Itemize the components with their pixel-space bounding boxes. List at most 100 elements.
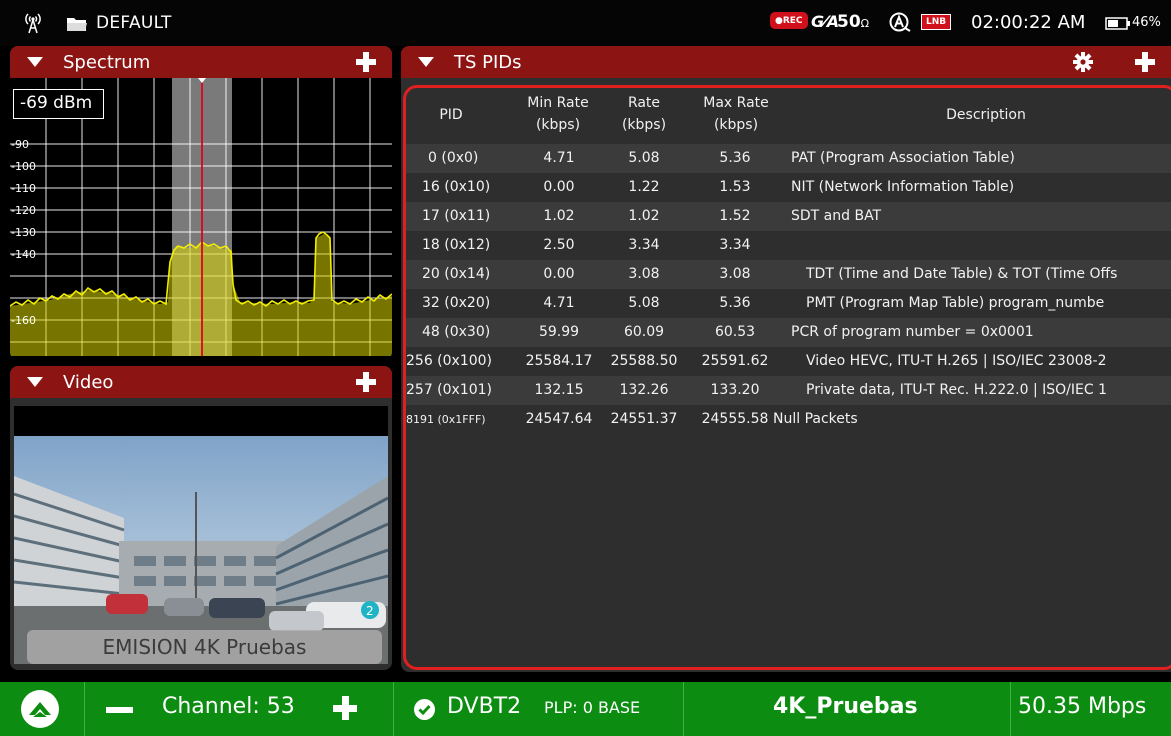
service-name[interactable]: 4K_Pruebas (773, 694, 918, 719)
collapse-caret-icon[interactable] (27, 377, 43, 387)
cell-description: PMT (Program Map Table) program_numbe (806, 295, 1105, 311)
cell-max-rate: 5.36 (719, 150, 751, 166)
cell-rate: 1.02 (628, 208, 660, 224)
add-icon[interactable] (356, 52, 376, 72)
collapse-caret-icon[interactable] (418, 57, 434, 67)
collapse-caret-icon[interactable] (27, 57, 43, 67)
lock-check-icon (414, 699, 435, 720)
y-tick: -100 (11, 160, 36, 173)
cell-description: Private data, ITU-T Rec. H.222.0 | ISO/I… (806, 382, 1107, 398)
col-min-rate[interactable]: Min Rate (kbps) (508, 92, 608, 136)
table-row[interactable]: 20 (0x14) 0.00 3.08 3.08 TDT (Time and D… (406, 260, 1171, 289)
channel-label[interactable]: Channel: 53 (162, 694, 295, 719)
logo-icon[interactable] (21, 690, 59, 728)
channel-down-button[interactable] (106, 707, 133, 713)
impedance-indicator: 50Ω (837, 12, 869, 32)
cell-description: Video HEVC, ITU-T H.265 | ISO/IEC 23008-… (806, 353, 1107, 369)
cell-rate: 1.22 (628, 179, 660, 195)
spectrum-header[interactable]: Spectrum (10, 46, 392, 78)
cell-pid: 20 (0x14) (422, 266, 491, 282)
cell-max-rate: 5.36 (719, 295, 751, 311)
col-rate[interactable]: Rate (kbps) (599, 92, 689, 136)
cell-max-rate: 3.34 (719, 237, 751, 253)
y-tick: -90 (11, 138, 29, 151)
table-row[interactable]: 0 (0x0) 4.71 5.08 5.36 PAT (Program Asso… (406, 144, 1171, 173)
spectrum-title: Spectrum (63, 51, 151, 73)
bitrate-value: 50.35 Mbps (1018, 694, 1147, 719)
cell-max-rate: 1.53 (719, 179, 751, 195)
cell-pid: 18 (0x12) (422, 237, 491, 253)
cell-description: TDT (Time and Date Table) & TOT (Time Of… (806, 266, 1118, 282)
rec-badge: ●REC (770, 12, 808, 29)
add-icon[interactable] (356, 372, 376, 392)
impedance-value: 50 (837, 12, 861, 32)
ts-pids-header[interactable]: TS PIDs (401, 46, 1171, 78)
table-row[interactable]: 256 (0x100) 25584.17 25588.50 25591.62 V… (406, 347, 1171, 376)
standard-label[interactable]: DVBT2 (447, 694, 521, 719)
table-row[interactable]: 17 (0x11) 1.02 1.02 1.52 SDT and BAT (406, 202, 1171, 231)
lnb-badge: LNB (921, 14, 952, 30)
table-row[interactable]: 48 (0x30) 59.99 60.09 60.53 PCR of progr… (406, 318, 1171, 347)
col-max-rate[interactable]: Max Rate (kbps) (686, 92, 786, 136)
gear-icon[interactable] (1073, 52, 1093, 72)
profile-name[interactable]: DEFAULT (96, 13, 172, 33)
antenna-icon (25, 13, 41, 34)
cell-rate: 3.34 (628, 237, 660, 253)
y-tick: -140 (11, 248, 36, 261)
impedance-unit: Ω (860, 17, 870, 30)
video-frame-image: 2 (14, 406, 388, 664)
lna-icon (889, 12, 911, 32)
cell-rate: 5.08 (628, 295, 660, 311)
cell-description: PAT (Program Association Table) (791, 150, 1015, 166)
channel-up-button[interactable] (333, 696, 357, 720)
y-tick: -130 (11, 226, 36, 239)
cell-pid: 17 (0x11) (422, 208, 491, 224)
pids-table[interactable]: PID Min Rate (kbps) Rate (kbps) Max Rate… (403, 85, 1171, 670)
cell-min-rate: 4.71 (543, 295, 575, 311)
table-row[interactable]: 8191 (0x1FFF) 24547.64 24551.37 24555.58… (406, 405, 1171, 434)
table-row[interactable]: 257 (0x101) 132.15 132.26 133.20 Private… (406, 376, 1171, 405)
cell-pid: 16 (0x10) (422, 179, 491, 195)
table-row[interactable]: 32 (0x20) 4.71 5.08 5.36 PMT (Program Ma… (406, 289, 1171, 318)
y-tick: -110 (11, 182, 36, 195)
cell-rate: 3.08 (628, 266, 660, 282)
cell-pid: 257 (0x101) (406, 382, 493, 398)
cell-description: Null Packets (773, 411, 858, 427)
plp-label[interactable]: PLP: 0 BASE (544, 698, 640, 717)
cell-pid: 32 (0x20) (422, 295, 491, 311)
spectrum-plot[interactable]: -90 -100 -110 -120 -130 -140 -160 -69 dB… (10, 78, 392, 360)
cell-min-rate: 1.02 (543, 208, 575, 224)
ts-pids-title: TS PIDs (454, 51, 522, 73)
cell-max-rate: 133.20 (710, 382, 760, 398)
cell-description: SDT and BAT (791, 208, 882, 224)
folder-icon[interactable] (66, 16, 88, 32)
video-header[interactable]: Video (10, 366, 392, 398)
cell-pid: 0 (0x0) (428, 150, 479, 166)
video-preview[interactable]: 2 EMISION 4K Pruebas (14, 406, 388, 664)
service-name-overlay: EMISION 4K Pruebas (27, 630, 382, 664)
battery-percent: 46% (1132, 15, 1161, 30)
col-pid[interactable]: PID (406, 104, 496, 126)
cell-min-rate: 24547.64 (525, 411, 593, 427)
cell-rate: 24551.37 (610, 411, 678, 427)
cell-max-rate: 25591.62 (701, 353, 769, 369)
table-row[interactable]: 18 (0x12) 2.50 3.34 3.34 (406, 231, 1171, 260)
ts-pids-panel: TS PIDs PID Min Rate (kbps) Rate (kbps) … (401, 46, 1171, 672)
cell-max-rate: 3.08 (719, 266, 751, 282)
cell-pid: 8191 (0x1FFF) (406, 413, 486, 426)
table-header: PID Min Rate (kbps) Rate (kbps) Max Rate… (406, 90, 1171, 142)
col-description[interactable]: Description (796, 104, 1171, 126)
spectrum-graph: -90 -100 -110 -120 -130 -140 -160 (10, 78, 392, 360)
cell-max-rate: 60.53 (714, 324, 756, 340)
add-icon[interactable] (1135, 52, 1155, 72)
cell-min-rate: 59.99 (538, 324, 580, 340)
spectrum-panel: Spectrum -90 -100 -110 -120 -130 -140 -1… (10, 46, 392, 360)
cell-description: NIT (Network Information Table) (791, 179, 1015, 195)
cell-rate: 25588.50 (610, 353, 678, 369)
table-row[interactable]: 16 (0x10) 0.00 1.22 1.53 NIT (Network In… (406, 173, 1171, 202)
signal-icon: G⁄A (811, 12, 840, 31)
video-panel: Video 2 EMISION 4K Pruebas (10, 366, 392, 670)
cell-min-rate: 0.00 (543, 266, 575, 282)
marker-level-readout: -69 dBm (13, 89, 104, 119)
cell-min-rate: 132.15 (534, 382, 584, 398)
